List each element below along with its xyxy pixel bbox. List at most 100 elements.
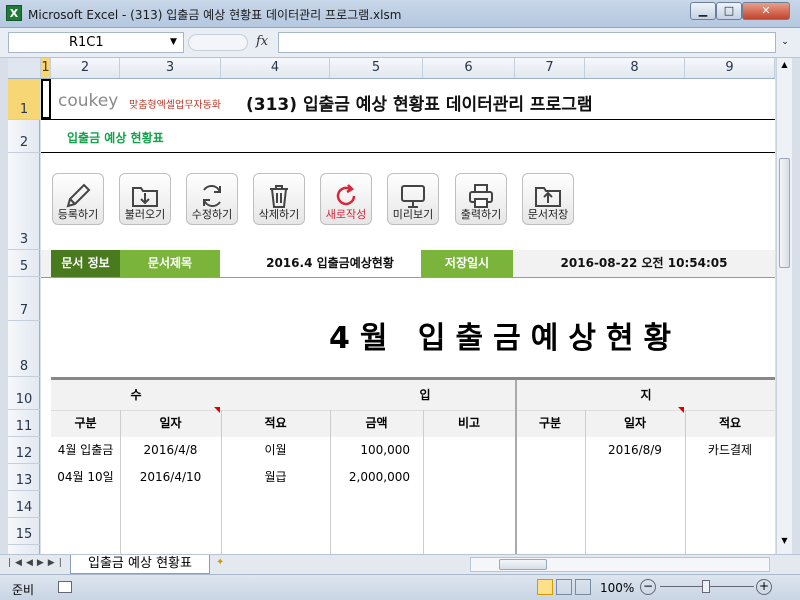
table-cell[interactable]: 2016/8/9 <box>585 437 685 464</box>
row-headers: 1 2 3 5 7 8 10 11 12 13 14 15 <box>8 79 40 554</box>
table-cell[interactable]: 4월 입출금 <box>51 437 120 464</box>
insert-function-icon[interactable]: fx <box>256 34 268 49</box>
col-header-amount: 금액 <box>365 416 388 430</box>
col-header-date: 일자 <box>623 416 647 430</box>
col-header-type: 구분 <box>538 416 562 430</box>
formula-bar-resize-handle[interactable] <box>188 34 248 51</box>
maximize-button[interactable]: □ <box>716 2 742 20</box>
row-header[interactable]: 12 <box>8 437 40 464</box>
window-title: Microsoft Excel - (313) 입출금 예상 현황표 데이터관리… <box>28 8 402 22</box>
sheet-tab-bar: |◀◀▶▶| 입출금 예상 현황표 ✦ <box>0 554 800 574</box>
column-header[interactable]: 8 <box>585 58 685 78</box>
comment-indicator[interactable] <box>678 407 684 413</box>
column-header[interactable]: 6 <box>423 58 515 78</box>
table-cell[interactable]: 이월 <box>221 437 330 464</box>
macro-record-icon[interactable] <box>58 581 72 593</box>
toolbar-label: 수정하기 <box>191 208 233 221</box>
income-header: 수 <box>130 388 142 402</box>
vertical-scrollbar[interactable]: ▲ ▼ <box>776 58 792 554</box>
close-button[interactable]: ✕ <box>742 2 790 20</box>
row-header[interactable]: 8 <box>8 321 40 377</box>
formula-input[interactable] <box>278 32 776 53</box>
doc-title-label: 문서제목 <box>120 250 220 277</box>
saved-label: 저장일시 <box>421 250 513 277</box>
column-header[interactable]: 3 <box>120 58 221 78</box>
divider <box>41 277 775 278</box>
worksheet[interactable]: coukey 맞춤형엑셀업무자동화 (313) 입출금 예상 현황표 데이터관리… <box>41 79 775 554</box>
sheet-tab-active[interactable]: 입출금 예상 현황표 <box>70 555 210 574</box>
horizontal-scroll-thumb[interactable] <box>499 559 547 570</box>
row-header[interactable]: 3 <box>8 153 40 250</box>
zoom-level[interactable]: 100% <box>600 581 634 595</box>
row-header[interactable]: 10 <box>8 377 40 410</box>
page-layout-view-icon[interactable] <box>556 579 572 595</box>
income-header-2: 입 <box>419 388 431 402</box>
table-cell[interactable]: 2,000,000 <box>330 464 410 491</box>
col-header-note: 비고 <box>457 416 481 430</box>
column-header[interactable]: 1 <box>41 58 51 78</box>
doc-title-value[interactable]: 2016.4 입출금예상현황 <box>220 250 440 277</box>
divider <box>41 152 775 153</box>
column-headers: 1 2 3 4 5 6 7 8 9 <box>8 58 775 79</box>
row-header[interactable]: 13 <box>8 464 40 491</box>
divider <box>41 119 775 120</box>
table-cell[interactable]: 100,000 <box>330 437 410 464</box>
name-box[interactable]: R1C1 <box>8 32 184 53</box>
active-cell[interactable] <box>41 79 51 119</box>
horizontal-scrollbar[interactable] <box>470 557 770 572</box>
toolbar-label: 미리보기 <box>392 208 434 221</box>
toolbar-label: 삭제하기 <box>258 208 300 221</box>
scroll-up-icon[interactable]: ▲ <box>779 60 790 74</box>
sheet-subtitle: 입출금 예상 현황표 <box>67 131 164 145</box>
toolbar-label: 출력하기 <box>460 208 502 221</box>
vertical-scroll-thumb[interactable] <box>779 158 790 268</box>
table-cell[interactable]: 04월 10일 <box>51 464 120 491</box>
formula-bar: R1C1 ▼ fx ⌄ <box>0 28 800 58</box>
zoom-slider-thumb[interactable] <box>702 580 710 593</box>
column-header[interactable]: 7 <box>515 58 585 78</box>
row-header[interactable]: 5 <box>8 250 40 277</box>
status-bar: 준비 100% − + <box>0 574 800 600</box>
table-cell[interactable]: 월급 <box>221 464 330 491</box>
status-mode: 준비 <box>12 583 35 597</box>
page-title: (313) 입출금 예상 현황표 데이터관리 프로그램 <box>246 95 593 115</box>
row-header[interactable]: 2 <box>8 120 40 153</box>
excel-icon[interactable]: X <box>6 5 22 21</box>
row-header[interactable]: 15 <box>8 518 40 545</box>
select-all-corner[interactable] <box>8 58 41 78</box>
col-header-memo: 적요 <box>718 416 742 430</box>
column-header[interactable]: 2 <box>51 58 120 78</box>
column-header[interactable]: 9 <box>685 58 775 78</box>
page-break-view-icon[interactable] <box>575 579 591 595</box>
row-header[interactable]: 1 <box>8 79 40 120</box>
col-header-memo: 적요 <box>264 416 287 430</box>
coukey-logo: coukey <box>58 91 119 111</box>
row-header[interactable]: 11 <box>8 410 40 437</box>
sheet-nav-arrows-icon[interactable]: |◀◀▶▶| <box>8 558 66 568</box>
column-header[interactable]: 4 <box>221 58 330 78</box>
col-header-date: 일자 <box>159 416 182 430</box>
toolbar-label: 새로작성 <box>325 208 367 221</box>
row-header[interactable]: 7 <box>8 277 40 321</box>
insert-sheet-icon[interactable]: ✦ <box>216 557 236 572</box>
column-header[interactable]: 5 <box>330 58 423 78</box>
normal-view-icon[interactable] <box>537 579 553 595</box>
toolbar-label: 등록하기 <box>57 208 99 221</box>
saved-value: 2016-08-22 오전 10:54:05 <box>560 256 728 270</box>
toolbar-label: 문서저장 <box>527 208 569 221</box>
scroll-down-icon[interactable]: ▼ <box>779 536 790 550</box>
chevron-down-icon[interactable]: ▼ <box>170 32 177 53</box>
expense-header: 지 <box>515 380 775 410</box>
row-header[interactable]: 14 <box>8 491 40 518</box>
expand-formula-bar-icon[interactable]: ⌄ <box>778 32 792 53</box>
toolbar-label: 불러오기 <box>124 208 166 221</box>
zoom-out-icon[interactable]: − <box>640 579 656 595</box>
grid-line <box>685 410 686 554</box>
logo-tagline: 맞춤형엑셀업무자동화 <box>129 100 221 111</box>
table-cell[interactable]: 2016/4/10 <box>120 464 221 491</box>
zoom-in-icon[interactable]: + <box>756 579 772 595</box>
comment-indicator[interactable] <box>214 407 220 413</box>
table-cell[interactable]: 2016/4/8 <box>120 437 221 464</box>
table-cell[interactable]: 카드결제 <box>685 437 775 464</box>
minimize-button[interactable]: ▁ <box>690 2 716 20</box>
